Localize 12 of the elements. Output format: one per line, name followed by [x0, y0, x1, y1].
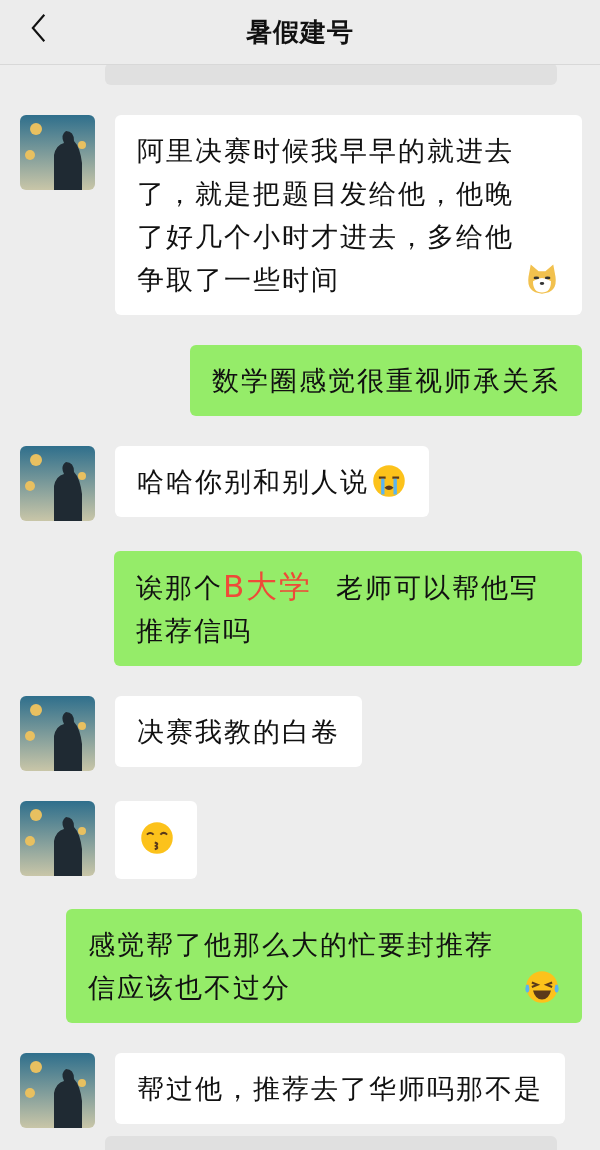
message-text: 决赛我教的白卷	[137, 716, 340, 747]
message-text: 感觉帮了他那么大的忙要封推荐信应该也不过分	[88, 928, 495, 1005]
laughing-face-icon	[524, 969, 560, 1005]
back-icon[interactable]	[30, 13, 48, 43]
message-text: 数学圈感觉很重视师承关系	[212, 365, 560, 396]
chat-title: 暑假建号	[246, 15, 354, 49]
message-text: 帮过他，推荐去了华师吗那不是	[137, 1073, 543, 1104]
message-text: 阿里决赛时候我早早的就进去了，就是把题目发给他，他晚了好几个小时才进去，多给他争取了一些时间	[137, 134, 515, 297]
message-text: 哈哈你别和别人说	[137, 465, 369, 499]
message-text: 诶那个 B大学 老师可以帮他写推荐信吗	[136, 572, 540, 646]
crying-face-icon	[371, 463, 407, 499]
kissing-face-icon	[139, 820, 175, 856]
